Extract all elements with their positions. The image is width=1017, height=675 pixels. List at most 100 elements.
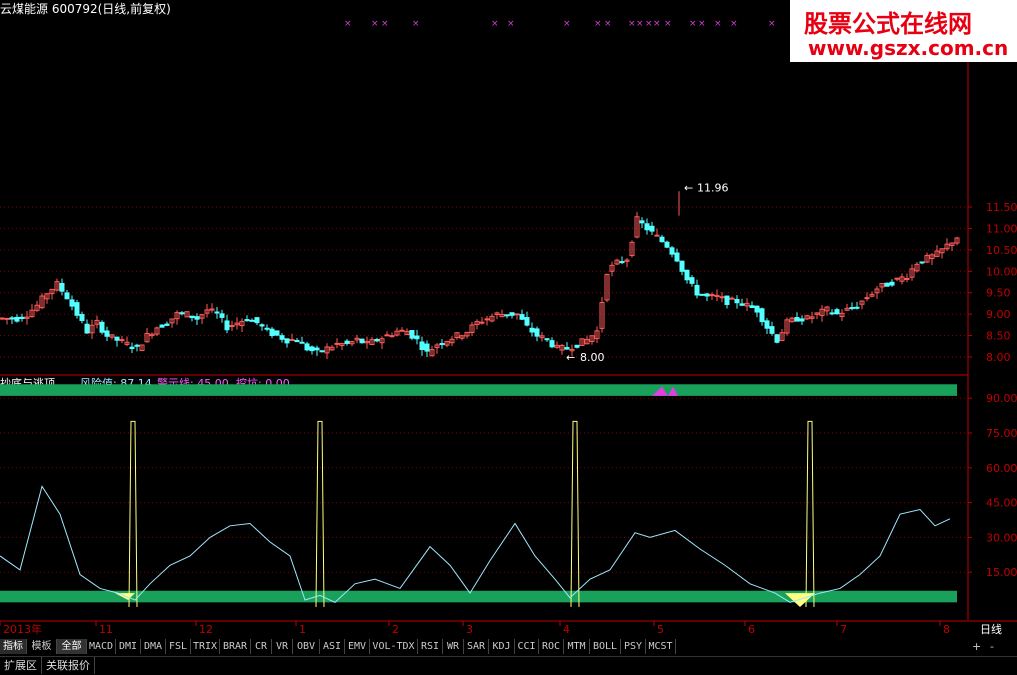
price-tick-label: 10.50 [986,244,1017,257]
zoom-out-button[interactable]: - [990,640,994,653]
candle-body [734,298,740,304]
top-band [0,384,957,396]
signal-marker: × [381,19,389,29]
related-quote-tab[interactable]: 关联报价 [42,657,95,674]
tab-trix[interactable]: TRIX [191,639,220,654]
tab--[interactable]: 全部 [57,639,87,654]
tab-fsl[interactable]: FSL [166,639,191,654]
low-label: 8.00 [580,351,605,364]
candle-body [344,340,350,344]
candle-body [724,295,730,305]
tab-dmi[interactable]: DMI [116,639,141,654]
tab-mtm[interactable]: MTM [564,639,590,654]
candle-body [519,314,525,320]
candle-body [114,336,120,341]
period-label: 日线 [980,622,1002,636]
tab-roc[interactable]: ROC [539,639,564,654]
indicator-tick-label: 30.00 [986,531,1017,544]
candle-body [754,305,760,313]
zoom-in-button[interactable]: + [972,640,981,653]
candle-body [719,296,725,299]
candle-body [189,315,195,319]
signal-marker: × [412,19,420,29]
signal-marker: × [604,19,612,29]
signal-marker: × [653,19,661,29]
tab-boll[interactable]: BOLL [590,639,621,654]
candle-body [0,317,5,320]
signal-marker: × [507,19,515,29]
tab-emv[interactable]: EMV [345,639,370,654]
indicator-tick-label: 15.00 [986,566,1017,579]
candle-body [534,328,540,337]
indicator-tick-label: 90.00 [986,392,1017,405]
candle-body [509,312,515,316]
signal-marker: × [636,19,644,29]
tab-brar[interactable]: BRAR [220,639,251,654]
tab-vol-tdx[interactable]: VOL-TDX [370,639,418,654]
candle-body [904,277,910,280]
tab-asi[interactable]: ASI [320,639,345,654]
indicator-tick-label: 45.00 [986,497,1017,510]
candle-body [764,320,770,329]
candle-body [684,269,690,281]
candle-body [689,277,695,284]
candle-body [889,281,895,286]
candle-body [894,277,900,280]
candle-body [194,316,200,320]
tab-dma[interactable]: DMA [141,639,166,654]
candle-body [244,319,250,322]
candle-body [794,317,800,322]
candle-body [799,318,805,322]
signal-marker: × [714,19,722,29]
candle-body [644,223,650,231]
candle-body [314,347,320,351]
candle-body [654,234,660,237]
candle-body [409,330,415,339]
candle-body [424,343,430,352]
tab--[interactable]: 指标 [0,639,27,654]
time-tick-label: 1 [299,623,306,636]
tab-kdj[interactable]: KDJ [489,639,515,654]
price-tick-label: 10.00 [986,265,1017,278]
price-tick-label: 9.50 [986,287,1011,300]
candle-body [374,339,380,342]
candle-body [674,252,680,262]
candle-body [19,316,25,319]
time-tick-label: 7 [840,623,847,636]
candle-body [334,342,340,345]
candle-body [279,335,285,340]
candle-body [304,343,310,351]
tab-vr[interactable]: VR [272,639,293,654]
signal-marker: × [628,19,636,29]
candle-body [694,284,700,296]
candle-body [229,325,235,328]
candle-body [159,324,165,328]
tab-cci[interactable]: CCI [515,639,539,654]
candle-body [619,261,625,264]
tab-macd[interactable]: MACD [87,639,116,654]
candle-body [829,312,835,315]
time-tick-label: 4 [563,623,570,636]
tab-psy[interactable]: PSY [621,639,646,654]
candle-body [529,327,535,333]
candle-body [514,313,520,316]
signal-marker: × [664,19,672,29]
tab-rsi[interactable]: RSI [418,639,443,654]
time-tick-label: 8 [943,623,950,636]
candle-body [309,346,315,352]
candle-body [219,313,225,318]
time-tick-label: 6 [748,623,755,636]
tab-wr[interactable]: WR [443,639,464,654]
tab-obv[interactable]: OBV [293,639,320,654]
signal-spike [128,420,138,608]
signal-marker: × [594,19,602,29]
candle-body [854,306,860,309]
tab-cr[interactable]: CR [251,639,272,654]
extension-area-tab[interactable]: 扩展区 [0,657,42,674]
candle-body [14,316,20,322]
tab-sar[interactable]: SAR [464,639,489,654]
tab--[interactable]: 模板 [27,639,57,654]
candle-body [699,293,705,296]
tab-mcst[interactable]: MCST [646,639,676,654]
signal-marker: × [491,19,499,29]
